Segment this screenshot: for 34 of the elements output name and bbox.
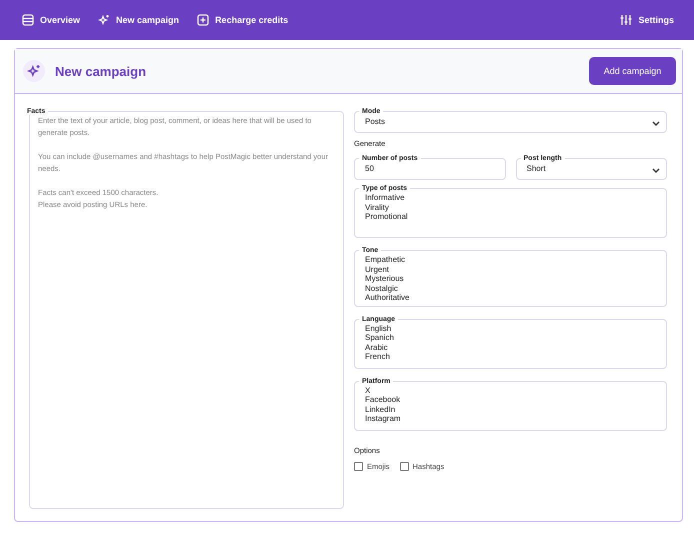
add-campaign-button[interactable]: Add campaign xyxy=(589,57,676,85)
plus-icon xyxy=(197,14,210,26)
checkbox[interactable] xyxy=(354,462,363,470)
list-option[interactable]: Arabic xyxy=(365,342,656,352)
list-icon xyxy=(22,14,34,26)
select-value: Posts xyxy=(365,117,386,126)
sparkle-icon xyxy=(23,60,45,82)
nav-link[interactable]: New campaign xyxy=(98,14,180,26)
list-option[interactable]: Instagram xyxy=(365,414,656,424)
list-option[interactable]: Urgent xyxy=(365,264,656,274)
list-option[interactable]: English xyxy=(365,324,656,333)
list-option[interactable]: Spanich xyxy=(365,333,656,342)
checkbox[interactable] xyxy=(400,462,409,470)
settings-icon xyxy=(620,14,632,26)
nav-link[interactable]: Overview xyxy=(22,14,80,26)
sparkle-icon xyxy=(98,14,110,26)
list-option[interactable]: French xyxy=(365,352,656,362)
list-option[interactable]: Facebook xyxy=(365,395,656,404)
input-value: 50 xyxy=(365,164,375,173)
chevron-icon xyxy=(652,121,660,127)
list-option[interactable]: Virality xyxy=(365,202,656,212)
list-option[interactable]: Promotional xyxy=(365,212,656,222)
nav-link[interactable]: Recharge credits xyxy=(197,14,288,26)
settings-link[interactable]: Settings xyxy=(620,14,674,26)
list-option[interactable]: Authoritative xyxy=(365,293,656,302)
list-option[interactable]: Informative xyxy=(365,193,656,202)
select-value: Short xyxy=(526,164,547,173)
chevron-icon xyxy=(652,168,660,174)
page-title: New campaign xyxy=(55,64,146,78)
list-option[interactable]: LinkedIn xyxy=(365,404,656,414)
list-option[interactable]: Nostalgic xyxy=(365,284,656,293)
list-option[interactable]: X xyxy=(365,386,656,395)
list-option[interactable]: Mysterious xyxy=(365,274,656,284)
list-option[interactable]: Empathetic xyxy=(365,255,656,264)
